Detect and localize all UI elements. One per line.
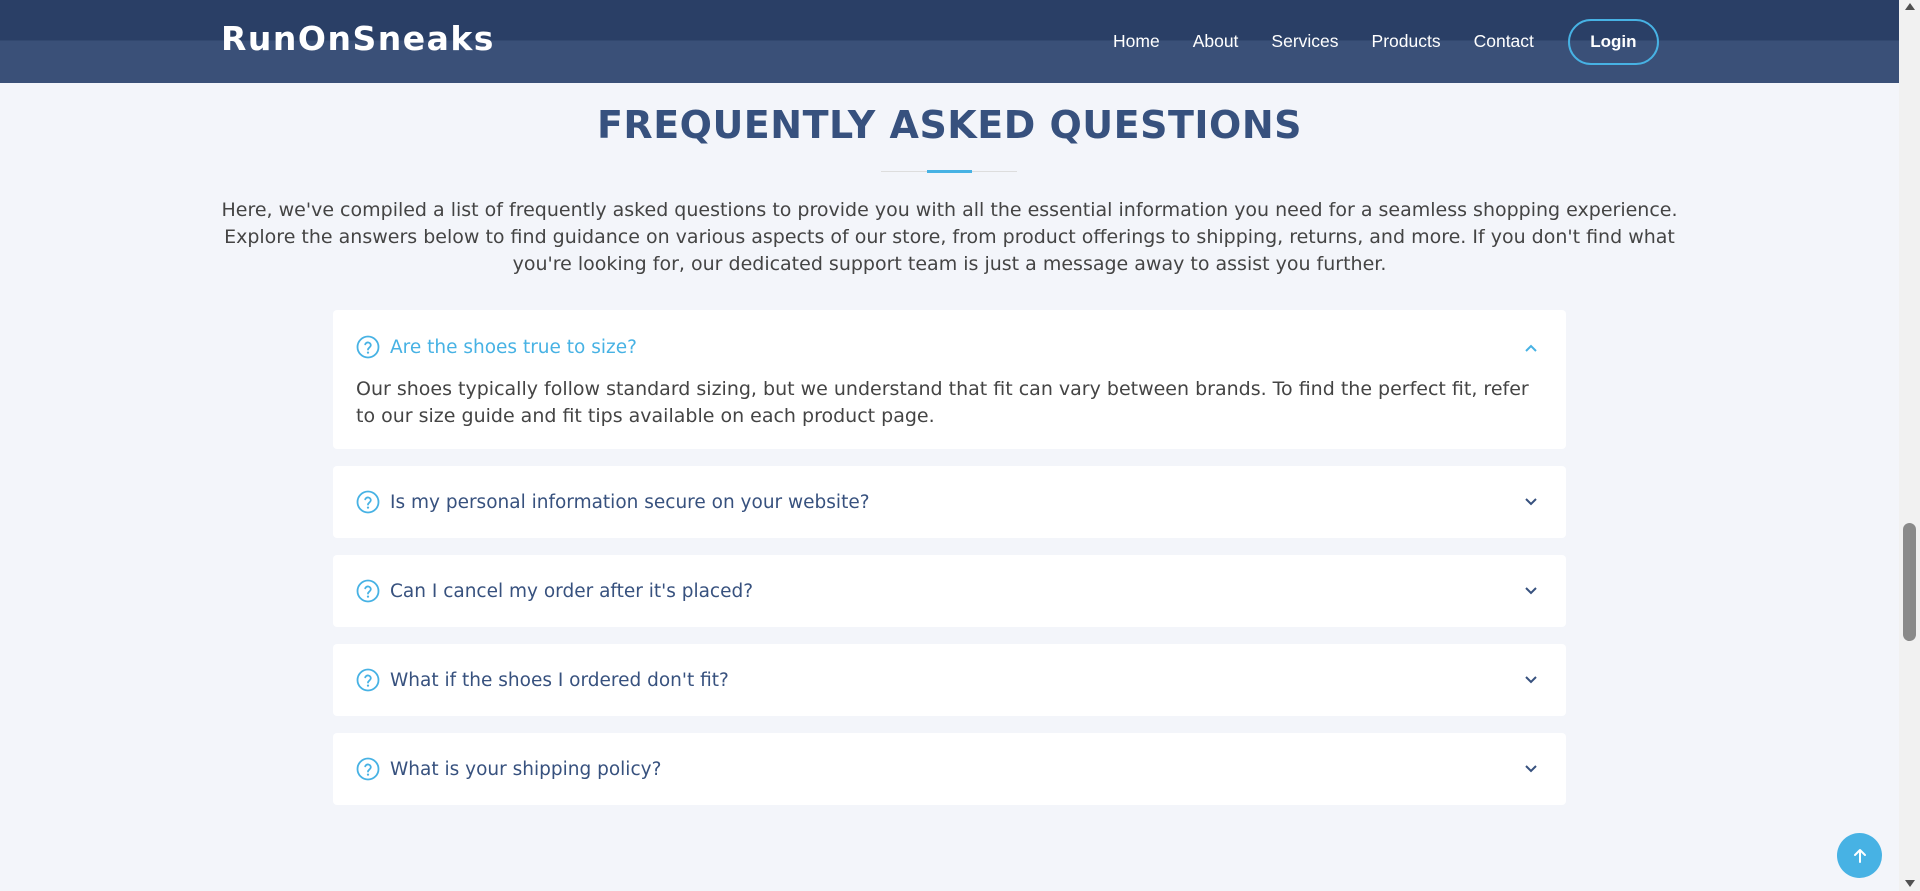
faq-question-toggle[interactable]: What if the shoes I ordered don't fit? xyxy=(356,668,729,692)
chevron-down-icon[interactable] xyxy=(1523,494,1539,510)
question-circle-icon xyxy=(356,757,380,781)
faq-question-toggle[interactable]: Are the shoes true to size? xyxy=(356,335,637,359)
nav-services[interactable]: Services xyxy=(1271,31,1338,52)
chevron-down-icon[interactable] xyxy=(1523,761,1539,777)
site-logo[interactable]: RunOnSneaks xyxy=(221,19,495,58)
faq-intro: Here, we've compiled a list of frequentl… xyxy=(221,199,1678,275)
scrollbar-thumb[interactable] xyxy=(1903,523,1916,641)
login-button[interactable]: Login xyxy=(1567,18,1659,65)
faq-item: What is your shipping policy? xyxy=(333,733,1566,805)
faq-question-toggle[interactable]: Can I cancel my order after it's placed? xyxy=(356,579,753,603)
faq-question: What if the shoes I ordered don't fit? xyxy=(390,669,729,691)
question-circle-icon xyxy=(356,668,380,692)
scroll-up-arrow-icon[interactable] xyxy=(1905,3,1915,10)
faq-item: Are the shoes true to size? Our shoes ty… xyxy=(333,310,1566,449)
faq-question-toggle[interactable]: What is your shipping policy? xyxy=(356,757,661,781)
faq-item: What if the shoes I ordered don't fit? xyxy=(333,644,1566,716)
faq-question-toggle[interactable]: Is my personal information secure on you… xyxy=(356,490,870,514)
nav-contact[interactable]: Contact xyxy=(1474,31,1534,52)
main-nav: Home About Services Products Contact Log… xyxy=(1113,0,1659,83)
nav-products[interactable]: Products xyxy=(1372,31,1441,52)
page-scrollbar[interactable] xyxy=(1899,0,1920,891)
faq-question: Can I cancel my order after it's placed? xyxy=(390,580,754,602)
faq-question: Are the shoes true to size? xyxy=(390,336,637,358)
faq-question: Is my personal information secure on you… xyxy=(390,491,870,513)
back-to-top-button[interactable] xyxy=(1837,833,1882,878)
chevron-down-icon[interactable] xyxy=(1523,583,1539,599)
faq-title: FREQUENTLY ASKED QUESTIONS xyxy=(596,103,1303,147)
question-circle-icon xyxy=(356,579,380,603)
faq-item: Can I cancel my order after it's placed? xyxy=(333,555,1566,627)
site-header: RunOnSneaks Home About Services Products… xyxy=(0,0,1899,83)
chevron-up-icon[interactable] xyxy=(1523,340,1539,356)
nav-about[interactable]: About xyxy=(1193,31,1239,52)
arrow-up-icon xyxy=(1853,848,1866,863)
nav-home[interactable]: Home xyxy=(1113,31,1160,52)
title-divider-accent xyxy=(927,170,972,173)
chevron-down-icon[interactable] xyxy=(1523,672,1539,688)
faq-answer: Our shoes typically follow standard sizi… xyxy=(356,378,1529,427)
scroll-down-arrow-icon[interactable] xyxy=(1905,880,1915,887)
question-circle-icon xyxy=(356,490,380,514)
question-circle-icon xyxy=(356,335,380,359)
faq-item: Is my personal information secure on you… xyxy=(333,466,1566,538)
faq-question: What is your shipping policy? xyxy=(390,758,662,780)
